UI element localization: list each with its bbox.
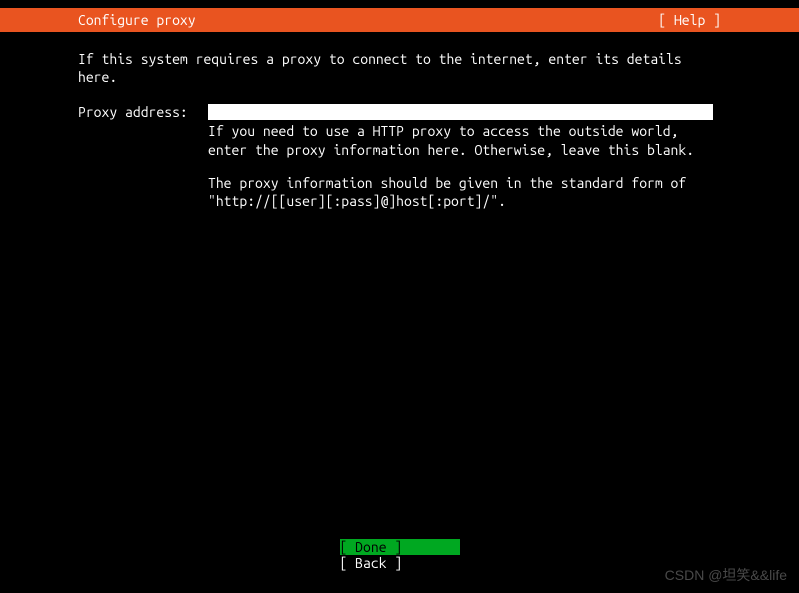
back-button[interactable]: [ Back ]: [340, 555, 460, 571]
done-button[interactable]: [ Done ]: [340, 539, 460, 555]
watermark-text: CSDN @坦笑&&life: [665, 565, 787, 585]
header-bar: Configure proxy [ Help ]: [0, 8, 799, 32]
proxy-form-row: Proxy address: If you need to use a HTTP…: [78, 104, 721, 210]
page-title: Configure proxy: [78, 12, 196, 28]
intro-text: If this system requires a proxy to conne…: [78, 50, 721, 86]
proxy-hint-2: The proxy information should be given in…: [208, 174, 713, 210]
input-column: If you need to use a HTTP proxy to acces…: [208, 104, 721, 210]
proxy-hint-1: If you need to use a HTTP proxy to acces…: [208, 122, 713, 158]
proxy-address-input[interactable]: [208, 104, 713, 120]
main-content: If this system requires a proxy to conne…: [0, 32, 799, 210]
proxy-address-label: Proxy address:: [78, 104, 208, 120]
help-button[interactable]: [ Help ]: [658, 12, 721, 28]
